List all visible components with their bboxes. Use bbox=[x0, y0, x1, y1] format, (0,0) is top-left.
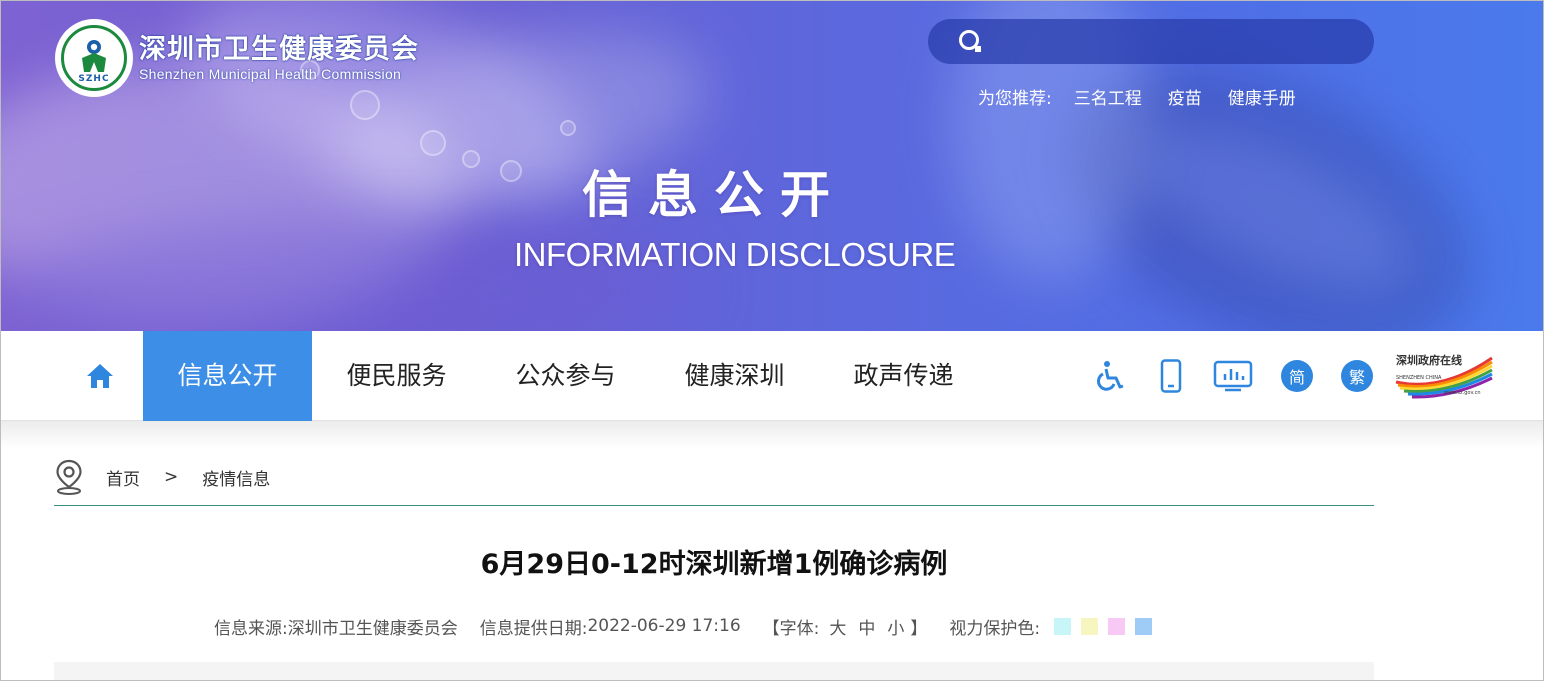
search-bar[interactable] bbox=[928, 19, 1374, 64]
banner-bubble bbox=[462, 150, 480, 168]
breadcrumb-current-link[interactable]: 疫情信息 bbox=[202, 465, 270, 490]
font-size-medium-button[interactable]: 中 bbox=[858, 614, 875, 639]
nav-shadow bbox=[0, 421, 1544, 449]
font-size-close: 】 bbox=[910, 618, 928, 639]
big-screen-button[interactable] bbox=[1211, 331, 1255, 421]
traditional-label: 繁 bbox=[1341, 360, 1373, 392]
banner-title: 信息公开 bbox=[582, 165, 846, 224]
simplified-chinese-button[interactable]: 简 bbox=[1280, 331, 1314, 421]
logo-figure-icon bbox=[82, 40, 106, 72]
main-nav: 信息公开 便民服务 公众参与 健康深圳 政声传递 简 繁 深圳政府在线 SHEN… bbox=[0, 331, 1544, 421]
nav-item-policy-voice[interactable]: 政声传递 bbox=[819, 331, 988, 421]
breadcrumb-home-link[interactable]: 首页 bbox=[106, 465, 140, 490]
banner-bubble bbox=[420, 130, 446, 156]
article-body-top bbox=[54, 662, 1374, 681]
banner-bubble bbox=[500, 160, 522, 182]
font-size-large-button[interactable]: 大 bbox=[829, 614, 846, 639]
recommend-link-vaccine[interactable]: 疫苗 bbox=[1168, 84, 1202, 109]
breadcrumb: 首页 > 疫情信息 bbox=[54, 458, 270, 496]
date-label: 信息提供日期: bbox=[479, 618, 588, 639]
search-icon[interactable] bbox=[956, 27, 986, 57]
nav-item-healthy-shenzhen[interactable]: 健康深圳 bbox=[650, 331, 819, 421]
article-meta: 信息来源: 深圳市卫生健康委员会 信息提供日期: 2022-06-29 17:1… bbox=[214, 614, 1153, 639]
banner-bubble bbox=[560, 120, 576, 136]
recommend-bar: 为您推荐: 三名工程 疫苗 健康手册 bbox=[978, 84, 1322, 109]
banner-bubble bbox=[350, 90, 380, 120]
breadcrumb-divider bbox=[54, 505, 1374, 506]
logo-abbrev: SZHC bbox=[78, 74, 110, 84]
accessibility-button[interactable] bbox=[1092, 331, 1128, 421]
shenzhen-gov-logo: 深圳政府在线 SHENZHEN CHINA www.sz.gov.cn bbox=[1392, 352, 1496, 400]
home-icon bbox=[87, 364, 113, 388]
date-value: 2022-06-29 17:16 bbox=[587, 616, 741, 636]
sz-logo-title: 深圳政府在线 bbox=[1396, 354, 1462, 367]
eye-care-label: 视力保护色: bbox=[949, 618, 1041, 639]
site-logo[interactable]: SZHC bbox=[55, 19, 133, 97]
nav-home-button[interactable] bbox=[70, 331, 130, 421]
recommend-link-sanming[interactable]: 三名工程 bbox=[1074, 84, 1142, 109]
mobile-phone-icon bbox=[1160, 359, 1182, 393]
location-pin-icon bbox=[56, 459, 82, 495]
eye-care-swatch-yellow[interactable] bbox=[1081, 617, 1099, 635]
traditional-chinese-button[interactable]: 繁 bbox=[1340, 331, 1374, 421]
breadcrumb-separator: > bbox=[164, 467, 179, 487]
font-size-small-button[interactable]: 小 bbox=[887, 614, 904, 639]
eye-care-swatch-pink[interactable] bbox=[1108, 617, 1126, 635]
article-title: 6月29日0-12时深圳新增1例确诊病例 bbox=[480, 549, 948, 580]
site-subtitle: Shenzhen Municipal Health Commission bbox=[139, 66, 402, 82]
nav-item-public-service[interactable]: 便民服务 bbox=[312, 331, 481, 421]
site-title: 深圳市卫生健康委员会 bbox=[139, 34, 419, 65]
monitor-chart-icon bbox=[1213, 360, 1253, 392]
search-input[interactable] bbox=[986, 19, 1374, 64]
font-size-open: 【字体: bbox=[762, 618, 820, 639]
sz-logo-sub: SHENZHEN CHINA bbox=[1396, 375, 1442, 381]
simplified-label: 简 bbox=[1281, 360, 1313, 392]
mobile-version-button[interactable] bbox=[1156, 331, 1186, 421]
banner-subtitle: INFORMATION DISCLOSURE bbox=[514, 236, 956, 273]
header-banner: SZHC 深圳市卫生健康委员会 Shenzhen Municipal Healt… bbox=[0, 0, 1544, 331]
recommend-label: 为您推荐: bbox=[978, 89, 1052, 109]
recommend-link-handbook[interactable]: 健康手册 bbox=[1228, 84, 1296, 109]
source-value: 深圳市卫生健康委员会 bbox=[287, 618, 458, 639]
nav-item-public-participation[interactable]: 公众参与 bbox=[481, 331, 650, 421]
logo-emblem: SZHC bbox=[61, 25, 127, 91]
shenzhen-gov-online-link[interactable]: 深圳政府在线 SHENZHEN CHINA www.sz.gov.cn bbox=[1392, 331, 1496, 421]
source-label: 信息来源: bbox=[214, 618, 288, 639]
eye-care-swatch-blue[interactable] bbox=[1135, 617, 1153, 635]
sz-logo-url: www.sz.gov.cn bbox=[1444, 390, 1481, 396]
wheelchair-icon bbox=[1097, 361, 1124, 391]
eye-care-swatch-cyan[interactable] bbox=[1054, 617, 1072, 635]
nav-item-info-disclosure[interactable]: 信息公开 bbox=[143, 331, 312, 421]
